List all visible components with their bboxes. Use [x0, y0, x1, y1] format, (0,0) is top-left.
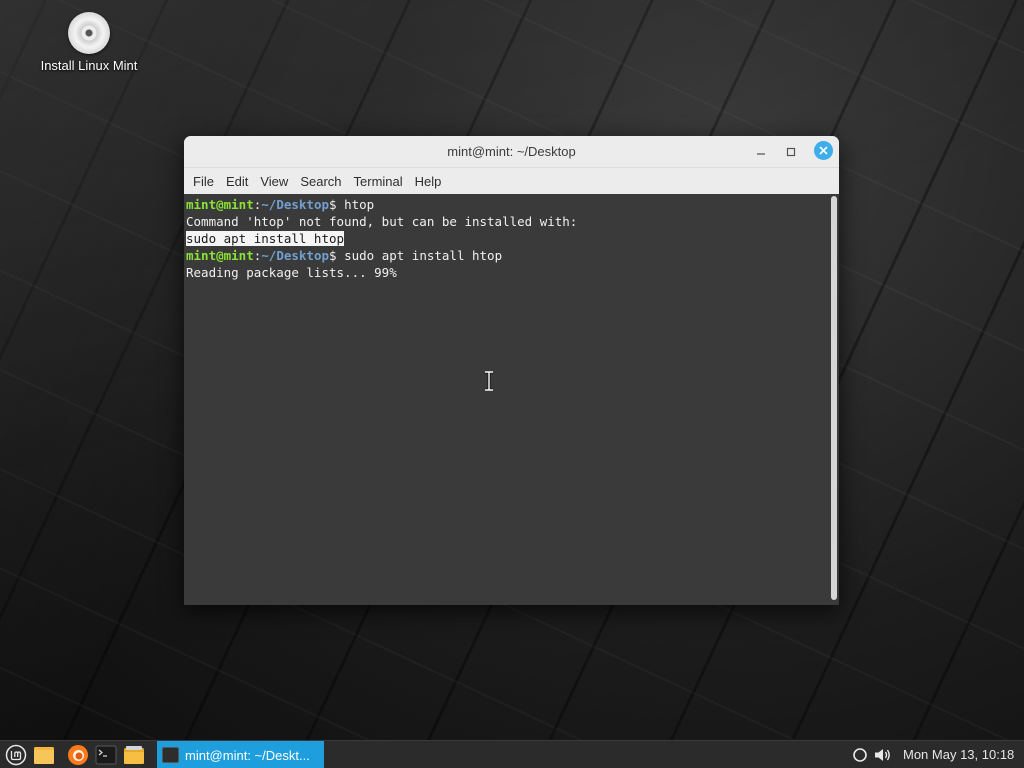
- close-button[interactable]: [814, 141, 833, 160]
- terminal-line: mint@mint:~/Desktop$ htop: [186, 196, 829, 213]
- prompt-path: ~/Desktop: [261, 197, 329, 212]
- menu-edit[interactable]: Edit: [220, 174, 254, 189]
- command-text: sudo apt install htop: [344, 248, 503, 263]
- maximize-button[interactable]: [781, 142, 801, 162]
- terminal-task-icon: [162, 747, 179, 763]
- files-icon[interactable]: [123, 744, 145, 766]
- prompt-suffix: $: [329, 197, 345, 212]
- command-text: htop: [344, 197, 375, 212]
- firefox-icon[interactable]: [67, 744, 89, 766]
- prompt-user: mint@mint: [186, 248, 254, 263]
- network-status-icon[interactable]: [850, 745, 870, 765]
- clock[interactable]: Mon May 13, 10:18: [903, 747, 1014, 762]
- taskbar-task-label: mint@mint: ~/Deskt...: [185, 747, 310, 763]
- menubar: File Edit View Search Terminal Help: [184, 168, 839, 195]
- menu-help[interactable]: Help: [409, 174, 448, 189]
- terminal-output[interactable]: mint@mint:~/Desktop$ htop Command 'htop'…: [184, 194, 829, 605]
- terminal-line: Reading package lists... 99%: [186, 265, 397, 280]
- window-titlebar[interactable]: mint@mint: ~/Desktop: [184, 136, 839, 168]
- volume-icon[interactable]: [873, 745, 893, 765]
- desktop-icon-install-linux-mint[interactable]: Install Linux Mint: [30, 10, 148, 73]
- desktop-icon-label: Install Linux Mint: [40, 58, 138, 73]
- terminal-scrollbar[interactable]: [829, 194, 839, 605]
- prompt-path: ~/Desktop: [261, 248, 329, 263]
- minimize-icon: [757, 153, 765, 155]
- menu-terminal[interactable]: Terminal: [348, 174, 409, 189]
- prompt-suffix: $: [329, 248, 345, 263]
- folder-icon[interactable]: [33, 744, 55, 766]
- scrollbar-thumb[interactable]: [831, 196, 837, 600]
- terminal-line: mint@mint:~/Desktop$ sudo apt install ht…: [186, 247, 829, 264]
- menu-file[interactable]: File: [187, 174, 220, 189]
- maximize-icon: [786, 147, 796, 157]
- menu-search[interactable]: Search: [294, 174, 347, 189]
- taskbar: mint@mint: ~/Deskt... Mon May 13, 10:18: [0, 740, 1024, 768]
- ibeam-cursor-icon: [485, 371, 493, 391]
- prompt-user: mint@mint: [186, 197, 254, 212]
- window-title: mint@mint: ~/Desktop: [447, 144, 576, 159]
- menu-view[interactable]: View: [254, 174, 294, 189]
- minimize-button[interactable]: [751, 142, 771, 162]
- mint-menu-icon[interactable]: [5, 744, 27, 766]
- selected-text: sudo apt install htop: [186, 231, 345, 246]
- terminal-line: Command 'htop' not found, but can be ins…: [186, 214, 578, 229]
- terminal-line: sudo apt install htop: [186, 230, 829, 247]
- terminal-window[interactable]: mint@mint: ~/Desktop File Edit View Sear…: [184, 136, 839, 605]
- taskbar-task-terminal[interactable]: mint@mint: ~/Deskt...: [157, 741, 324, 768]
- terminal-icon[interactable]: [95, 744, 117, 766]
- close-icon: [819, 146, 828, 155]
- disc-icon: [68, 12, 110, 54]
